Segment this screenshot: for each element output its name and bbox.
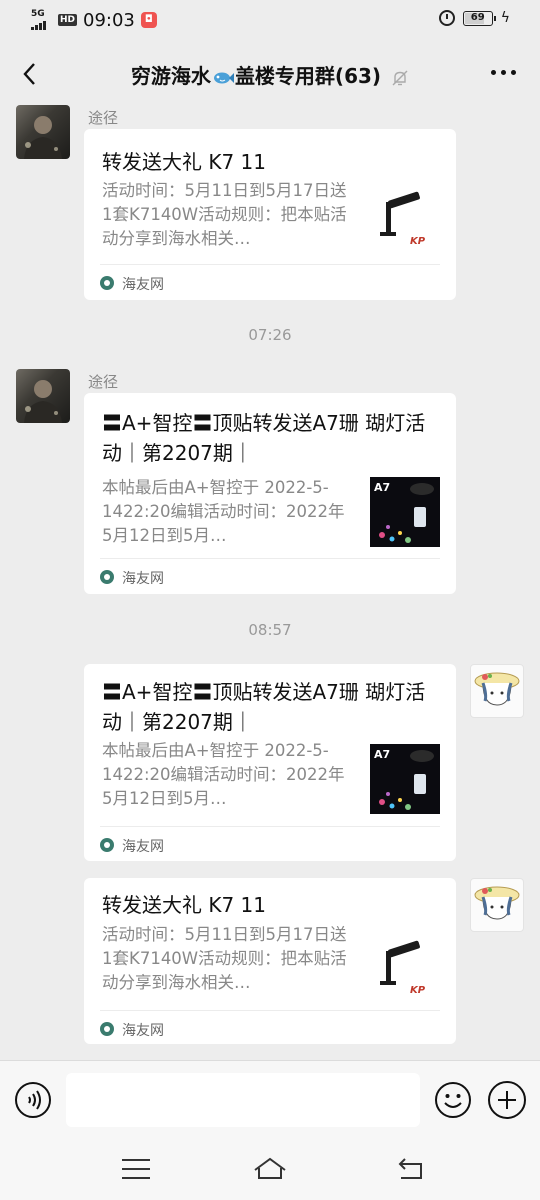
card-title: 〓A+智控〓顶贴转发送A7珊 瑚灯活动｜第2207期｜ (102, 411, 426, 465)
chat-title-part1: 穷游海水 (130, 64, 211, 88)
cartoon-girl-icon (474, 672, 520, 706)
card-source: 海友网 (100, 558, 440, 594)
card-title: 转发送大礼 K7 11 (102, 150, 267, 174)
hd-badge: HD (58, 14, 78, 26)
k7-lamp-thumbnail: KP (370, 933, 440, 1003)
network-type: 5G (31, 9, 45, 19)
more-options-icon[interactable] (491, 70, 516, 75)
card-title: 转发送大礼 K7 11 (102, 893, 267, 917)
source-name: 海友网 (122, 571, 164, 587)
source-logo-icon (100, 838, 114, 852)
avatar[interactable] (16, 105, 70, 159)
emoji-icon[interactable] (434, 1081, 472, 1119)
status-bar: 5G HD 09:03 ◘ 69 ϟ (0, 0, 540, 42)
chat-timestamp: 07:26 (248, 326, 292, 344)
fish-icon (213, 72, 234, 83)
card-description: 本帖最后由A+智控于 2022-5-1422:20编辑活动时间：2022年5月1… (102, 478, 345, 545)
svg-text:KP: KP (410, 236, 426, 247)
card-title: 〓A+智控〓顶贴转发送A7珊 瑚灯活动｜第2207期｜ (102, 680, 426, 734)
notification-app-icon: ◘ (140, 12, 157, 28)
chat-title: 穷游海水 盖楼专用群(63) (0, 60, 540, 89)
plus-icon[interactable] (488, 1081, 526, 1119)
a7-lamp-thumbnail: A7 (370, 477, 440, 547)
svg-text:KP: KP (410, 985, 426, 996)
alarm-icon (438, 10, 455, 26)
link-card[interactable]: 〓A+智控〓顶贴转发送A7珊 瑚灯活动｜第2207期｜ 本帖最后由A+智控于 2… (84, 664, 456, 861)
card-description: 活动时间：5月11日到5月17日送1套K7140W活动规则：把本贴活动分享到海水… (102, 181, 347, 248)
bell-off-icon (392, 70, 408, 85)
link-card[interactable]: 转发送大礼 K7 11 活动时间：5月11日到5月17日送1套K7140W活动规… (84, 878, 456, 1044)
source-logo-icon (100, 570, 114, 584)
battery-level-text: 69 (470, 11, 485, 23)
source-name: 海友网 (122, 1023, 164, 1039)
back-nav-icon[interactable] (396, 1156, 426, 1182)
source-logo-icon (100, 276, 114, 290)
chat-title-part2: 盖楼专用群(63) (234, 64, 382, 88)
source-name: 海友网 (122, 839, 164, 855)
my-avatar[interactable] (470, 878, 524, 932)
source-name: 海友网 (122, 277, 164, 293)
card-source: 海友网 (100, 264, 440, 300)
avatar[interactable] (16, 369, 70, 423)
card-source: 海友网 (100, 1010, 440, 1046)
svg-text:A7: A7 (374, 748, 390, 761)
card-source: 海友网 (100, 826, 440, 862)
my-avatar[interactable] (470, 664, 524, 718)
signal-icon: 5G (30, 9, 54, 31)
chat-timestamp: 08:57 (248, 621, 292, 639)
charging-icon: ϟ (500, 10, 510, 26)
system-nav-bar (0, 1142, 540, 1200)
k7-lamp-thumbnail: KP (370, 184, 440, 254)
home-icon[interactable] (252, 1154, 288, 1182)
link-card[interactable]: 转发送大礼 K7 11 活动时间：5月11日到5月17日送1套K7140W活动规… (84, 129, 456, 300)
message-input-bar (0, 1060, 540, 1142)
a7-lamp-thumbnail: A7 (370, 744, 440, 814)
voice-icon[interactable] (14, 1081, 52, 1119)
battery-icon: 69 (462, 10, 496, 26)
person-photo-icon (24, 380, 62, 423)
source-logo-icon (100, 1022, 114, 1036)
recent-apps-icon[interactable] (122, 1159, 150, 1181)
svg-text:A7: A7 (374, 481, 390, 494)
chat-header: 穷游海水 盖楼专用群(63) (0, 42, 540, 106)
sender-name: 途径 (88, 373, 119, 391)
message-input[interactable] (66, 1073, 420, 1127)
link-card[interactable]: 〓A+智控〓顶贴转发送A7珊 瑚灯活动｜第2207期｜ 本帖最后由A+智控于 2… (84, 393, 456, 594)
card-description: 活动时间：5月11日到5月17日送1套K7140W活动规则：把本贴活动分享到海水… (102, 925, 347, 992)
sender-name: 途径 (88, 109, 119, 127)
person-photo-icon (24, 116, 62, 159)
cartoon-girl-icon (474, 886, 520, 920)
card-description: 本帖最后由A+智控于 2022-5-1422:20编辑活动时间：2022年5月1… (102, 741, 345, 808)
status-time: 09:03 (83, 9, 135, 31)
